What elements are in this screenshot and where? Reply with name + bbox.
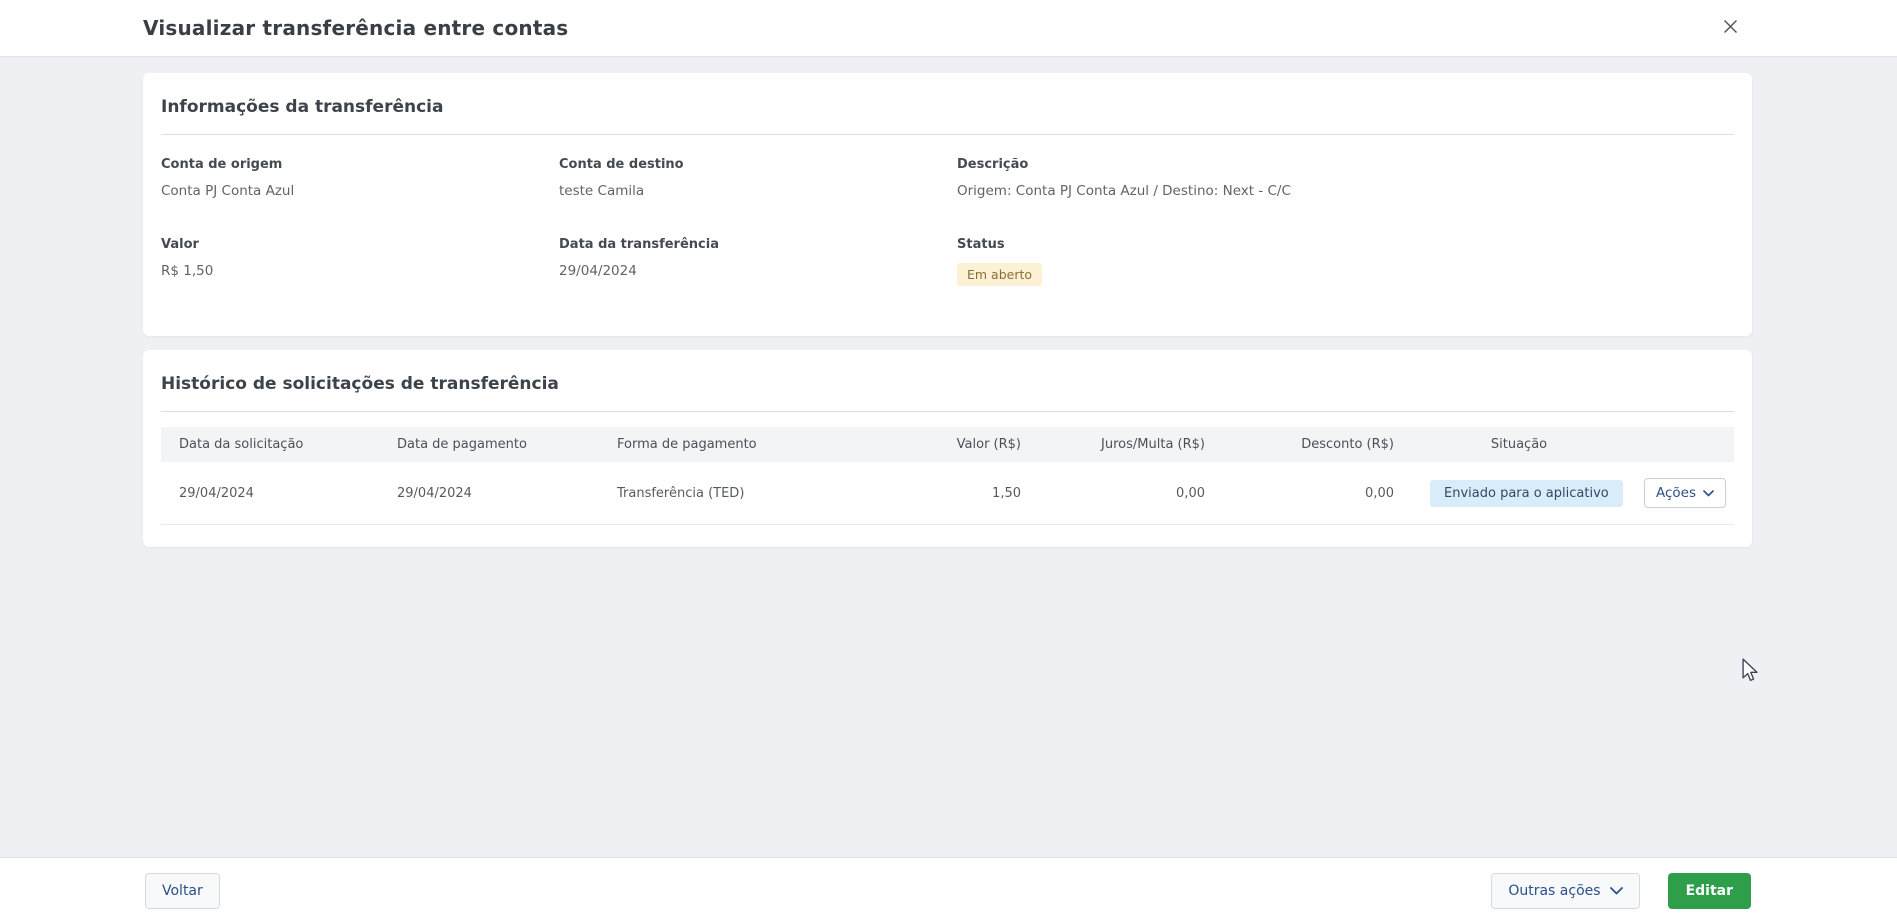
field-descricao: Descrição Origem: Conta PJ Conta Azul / … xyxy=(957,157,1734,199)
modal-footer: Voltar Outras ações Editar xyxy=(0,857,1897,923)
divider xyxy=(161,411,1734,412)
column-header-situacao: Situação xyxy=(1412,427,1626,462)
editar-button[interactable]: Editar xyxy=(1668,873,1751,909)
field-label: Valor xyxy=(161,237,559,252)
modal-body: Informações da transferência Conta de or… xyxy=(0,57,1897,547)
cell-data-pagamento: 29/04/2024 xyxy=(379,462,599,525)
voltar-button[interactable]: Voltar xyxy=(145,873,220,909)
info-fields-grid: Conta de origem Conta PJ Conta Azul Cont… xyxy=(161,157,1734,286)
voltar-button-label: Voltar xyxy=(162,883,203,899)
outras-acoes-button-label: Outras ações xyxy=(1508,883,1600,899)
field-conta-origem: Conta de origem Conta PJ Conta Azul xyxy=(161,157,559,199)
field-value: teste Camila xyxy=(559,183,957,199)
cell-juros-multa: 0,00 xyxy=(1039,462,1223,525)
status-badge: Em aberto xyxy=(957,263,1042,286)
chevron-down-icon xyxy=(1610,883,1623,899)
field-label: Data da transferência xyxy=(559,237,957,252)
outras-acoes-button[interactable]: Outras ações xyxy=(1491,873,1639,909)
editar-button-label: Editar xyxy=(1686,883,1733,899)
field-value: R$ 1,50 xyxy=(161,263,559,279)
history-card-title: Histórico de solicitações de transferênc… xyxy=(161,374,1734,394)
field-valor: Valor R$ 1,50 xyxy=(161,237,559,286)
cell-forma-pagamento: Transferência (TED) xyxy=(599,462,839,525)
table-row: 29/04/2024 29/04/2024 Transferência (TED… xyxy=(161,462,1734,525)
divider xyxy=(161,134,1734,135)
close-button[interactable] xyxy=(1716,14,1744,42)
field-label: Conta de origem xyxy=(161,157,559,172)
footer-actions: Outras ações Editar xyxy=(1491,873,1751,909)
field-label: Descrição xyxy=(957,157,1734,172)
field-label: Conta de destino xyxy=(559,157,957,172)
transfer-history-card: Histórico de solicitações de transferênc… xyxy=(143,350,1752,547)
column-header-forma-pagamento: Forma de pagamento xyxy=(599,427,839,462)
field-value: Origem: Conta PJ Conta Azul / Destino: N… xyxy=(957,183,1734,199)
cell-desconto: 0,00 xyxy=(1223,462,1412,525)
mouse-cursor xyxy=(1740,658,1762,688)
column-header-juros-multa: Juros/Multa (R$) xyxy=(1039,427,1223,462)
acoes-button-label: Ações xyxy=(1656,485,1696,501)
field-data-transferencia: Data da transferência 29/04/2024 xyxy=(559,237,957,286)
column-header-data-pagamento: Data de pagamento xyxy=(379,427,599,462)
situacao-badge: Enviado para o aplicativo xyxy=(1430,480,1623,507)
chevron-down-icon xyxy=(1703,485,1714,501)
column-header-valor: Valor (R$) xyxy=(839,427,1039,462)
field-conta-destino: Conta de destino teste Camila xyxy=(559,157,957,199)
field-value: 29/04/2024 xyxy=(559,263,957,279)
cell-valor: 1,50 xyxy=(839,462,1039,525)
field-status: Status Em aberto xyxy=(957,237,1734,286)
column-header-data-solicitacao: Data da solicitação xyxy=(161,427,379,462)
cell-acoes: Ações xyxy=(1626,462,1734,525)
field-value: Conta PJ Conta Azul xyxy=(161,183,559,199)
column-header-desconto: Desconto (R$) xyxy=(1223,427,1412,462)
acoes-button[interactable]: Ações xyxy=(1644,478,1726,508)
table-header-row: Data da solicitação Data de pagamento Fo… xyxy=(161,427,1734,462)
column-header-acoes xyxy=(1626,427,1734,462)
cell-situacao: Enviado para o aplicativo xyxy=(1412,462,1626,525)
modal-header: Visualizar transferência entre contas xyxy=(0,0,1897,57)
field-label: Status xyxy=(957,237,1734,252)
cell-data-solicitacao: 29/04/2024 xyxy=(161,462,379,525)
history-table: Data da solicitação Data de pagamento Fo… xyxy=(161,427,1734,525)
transfer-info-card: Informações da transferência Conta de or… xyxy=(143,73,1752,336)
info-card-title: Informações da transferência xyxy=(161,97,1734,117)
close-icon xyxy=(1723,19,1738,37)
page-title: Visualizar transferência entre contas xyxy=(143,16,568,40)
